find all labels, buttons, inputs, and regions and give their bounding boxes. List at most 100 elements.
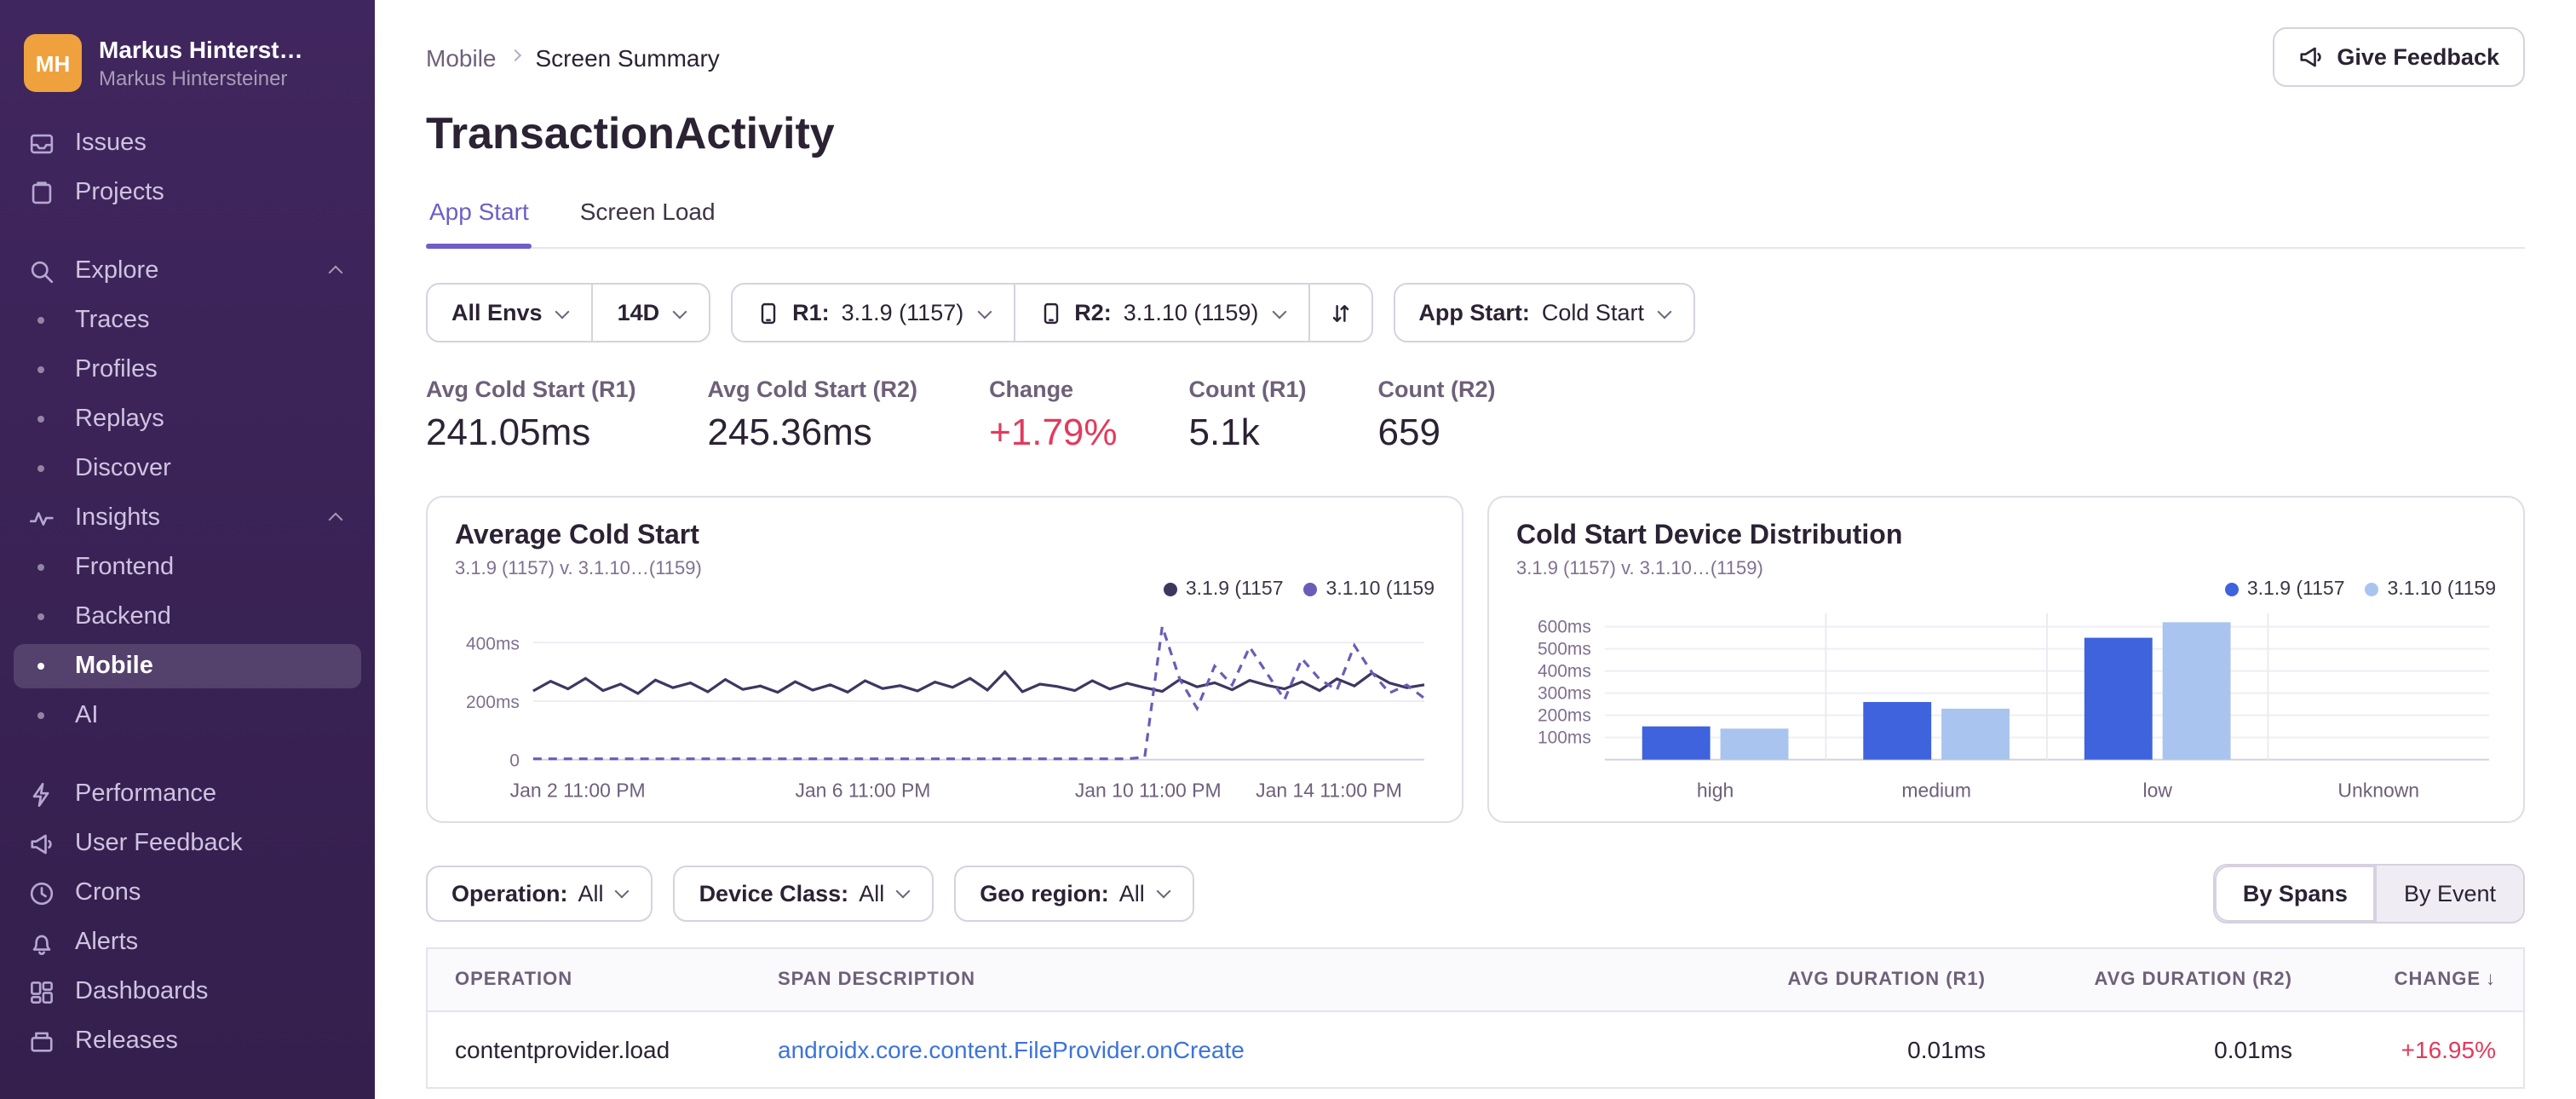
tab-screen-load[interactable]: Screen Load bbox=[577, 198, 719, 247]
chevron-down-icon bbox=[895, 884, 911, 900]
column-header-span-description[interactable]: SPAN DESCRIPTION bbox=[750, 947, 1706, 1012]
filter-operation[interactable]: Operation: All bbox=[426, 865, 653, 922]
sidebar-item-traces[interactable]: Traces bbox=[14, 298, 361, 342]
svg-text:600ms: 600ms bbox=[1538, 618, 1591, 637]
sidebar-item-label: Replays bbox=[75, 406, 164, 433]
sidebar-item-backend[interactable]: Backend bbox=[14, 595, 361, 639]
sidebar-item-label: Projects bbox=[75, 179, 164, 206]
legend-label: 3.1.9 (1157 bbox=[2246, 579, 2345, 600]
chevron-down-icon bbox=[976, 303, 992, 319]
bullet-icon bbox=[27, 663, 55, 670]
span-filters: Operation: All Device Class: All Geo region:… bbox=[426, 865, 1194, 922]
svg-text:300ms: 300ms bbox=[1538, 684, 1591, 704]
sidebar-item-releases[interactable]: Releases bbox=[14, 1019, 361, 1063]
sidebar-item-issues[interactable]: Issues bbox=[14, 121, 361, 165]
chevron-up-icon bbox=[328, 512, 343, 527]
mobile-release-icon bbox=[761, 302, 776, 324]
issues-icon bbox=[27, 129, 55, 157]
legend-label: 3.1.9 (1157 bbox=[1185, 579, 1284, 600]
sidebar-item-explore[interactable]: Explore bbox=[14, 249, 361, 293]
bar-chart: 600ms 500ms 400ms300ms200ms100ms high medium… bbox=[1538, 613, 2489, 802]
release-r1-filter[interactable]: R1: 3.1.9 (1157) bbox=[733, 285, 1014, 341]
legend-label: 3.1.10 (1159 bbox=[1325, 579, 1435, 600]
bullet-icon bbox=[27, 416, 55, 423]
column-header-avg-duration-r1-[interactable]: AVG DURATION (R1) bbox=[1706, 947, 2013, 1012]
legend-item[interactable]: 3.1.9 (1157 bbox=[2224, 579, 2345, 600]
org-switcher[interactable]: MH Markus Hinterst… Markus Hintersteiner bbox=[0, 24, 375, 116]
bullet-icon bbox=[27, 712, 55, 719]
projects-icon bbox=[27, 179, 55, 206]
sidebar-item-label: Insights bbox=[75, 504, 160, 532]
environment-filter[interactable]: All Envs bbox=[428, 285, 592, 341]
svg-text:400ms: 400ms bbox=[466, 634, 520, 653]
spans-table: OPERATION SPAN DESCRIPTION AVG DURATION (R… bbox=[426, 947, 2525, 1089]
filter-value: All bbox=[859, 880, 885, 906]
svg-text:200ms: 200ms bbox=[466, 693, 520, 712]
app-start-type-filter[interactable]: App Start: Cold Start bbox=[1394, 285, 1693, 341]
give-feedback-label: Give Feedback bbox=[2337, 44, 2499, 70]
table-row[interactable]: contentprovider.load androidx.core.conten… bbox=[427, 1010, 2524, 1089]
tab-app-start[interactable]: App Start bbox=[426, 198, 533, 249]
clock-icon bbox=[27, 879, 55, 906]
metric: Avg Cold Start (R1) 241.05ms bbox=[426, 377, 636, 455]
sidebar-item-performance[interactable]: Performance bbox=[14, 772, 361, 816]
column-header-avg-duration-r2-[interactable]: AVG DURATION (R2) bbox=[2013, 947, 2320, 1012]
toggle-by-event[interactable]: By Event bbox=[2376, 865, 2523, 922]
chart-subtitle: 3.1.9 (1157) v. 3.1.10…(1159) bbox=[1516, 559, 1763, 579]
release-r1-value: 3.1.9 (1157) bbox=[841, 300, 964, 325]
sidebar-item-insights[interactable]: Insights bbox=[14, 496, 361, 540]
svg-text:low: low bbox=[2142, 780, 2172, 802]
chevron-down-icon bbox=[615, 884, 630, 900]
chart-card-device-distribution: Cold Start Device Distribution 3.1.9 (115… bbox=[1487, 496, 2525, 823]
sidebar-item-crons[interactable]: Crons bbox=[14, 871, 361, 915]
app-start-filter-group: App Start: Cold Start bbox=[1393, 283, 1695, 342]
sidebar-item-dashboards[interactable]: Dashboards bbox=[14, 970, 361, 1014]
sidebar-item-frontend[interactable]: Frontend bbox=[14, 545, 361, 590]
performance-icon bbox=[27, 780, 55, 808]
filter-device-class[interactable]: Device Class: All bbox=[673, 865, 934, 922]
sidebar-item-label: Frontend bbox=[75, 554, 175, 581]
column-header-change[interactable]: CHANGE ↓ bbox=[2320, 947, 2524, 1012]
filter-value: All bbox=[578, 880, 604, 906]
sidebar-item-replays[interactable]: Replays bbox=[14, 397, 361, 441]
topbar: Mobile Screen Summary Give Feedback bbox=[426, 27, 2525, 87]
avatar: MH bbox=[24, 34, 82, 92]
cell-change: +16.95% bbox=[2320, 1010, 2524, 1089]
sidebar-item-alerts[interactable]: Alerts bbox=[14, 920, 361, 964]
breadcrumb-item-mobile[interactable]: Mobile bbox=[426, 43, 497, 71]
sidebar-item-profiles[interactable]: Profiles bbox=[14, 348, 361, 392]
sidebar-item-user-feedback[interactable]: User Feedback bbox=[14, 821, 361, 866]
svg-text:500ms: 500ms bbox=[1538, 640, 1591, 659]
metric: Count (R2) 659 bbox=[1378, 377, 1496, 455]
bullet-icon bbox=[27, 366, 55, 373]
env-date-filter-group: All Envs 14D bbox=[426, 283, 711, 342]
sidebar: MH Markus Hinterst… Markus Hintersteiner… bbox=[0, 0, 375, 1099]
user-name: Markus Hintersteiner bbox=[99, 66, 288, 90]
toggle-by-spans[interactable]: By Spans bbox=[2215, 865, 2377, 922]
legend-item[interactable]: 3.1.10 (1159 bbox=[1303, 579, 1435, 600]
filter-geo-region[interactable]: Geo region: All bbox=[954, 865, 1194, 922]
release-r2-filter[interactable]: R2: 3.1.10 (1159) bbox=[1013, 285, 1308, 341]
give-feedback-button[interactable]: Give Feedback bbox=[2272, 27, 2525, 87]
swap-releases-button[interactable] bbox=[1308, 285, 1371, 341]
metric-label: Avg Cold Start (R1) bbox=[426, 377, 636, 402]
dashboards-icon bbox=[27, 978, 55, 1005]
cell-span-description[interactable]: androidx.core.content.FileProvider.onCre… bbox=[750, 1010, 1706, 1089]
column-header-operation[interactable]: OPERATION bbox=[427, 947, 750, 1012]
sidebar-item-label: Explore bbox=[75, 257, 159, 285]
legend-marker-icon bbox=[2365, 583, 2379, 596]
sidebar-item-projects[interactable]: Projects bbox=[14, 170, 361, 215]
release-r1-label: R1: bbox=[792, 300, 830, 325]
charts-row: Average Cold Start 3.1.9 (1157) v. 3.1.10… bbox=[426, 496, 2525, 823]
legend-item[interactable]: 3.1.9 (1157 bbox=[1163, 579, 1284, 600]
user-names: Markus Hinterst… Markus Hintersteiner bbox=[99, 36, 303, 90]
sidebar-item-ai[interactable]: AI bbox=[14, 693, 361, 738]
chevron-down-icon bbox=[1156, 884, 1171, 900]
date-range-filter[interactable]: 14D bbox=[591, 285, 710, 341]
chart-legend: 3.1.9 (1157 3.1.10 (1159 bbox=[2224, 579, 2496, 600]
sidebar-item-label: User Feedback bbox=[75, 830, 243, 857]
legend-item[interactable]: 3.1.10 (1159 bbox=[2365, 579, 2496, 600]
tab-bar: App Start Screen Load bbox=[426, 198, 2525, 249]
sidebar-item-discover[interactable]: Discover bbox=[14, 446, 361, 491]
sidebar-item-mobile[interactable]: Mobile bbox=[14, 644, 361, 688]
